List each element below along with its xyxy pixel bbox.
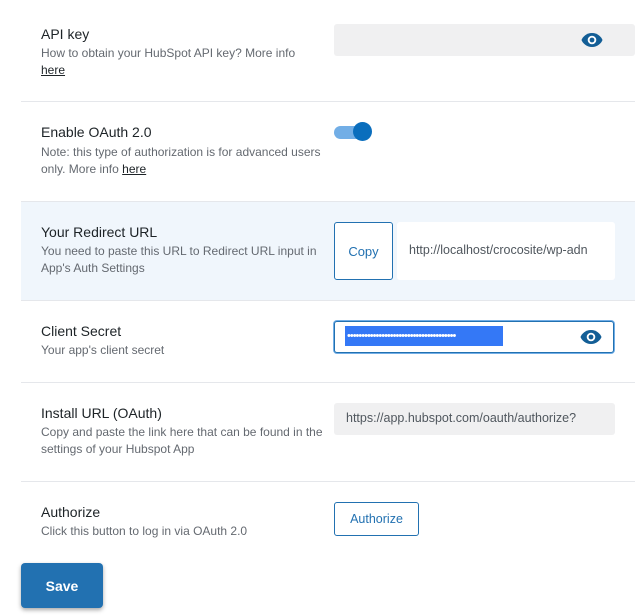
install-url-row: Install URL (OAuth) Copy and paste the l… (21, 383, 635, 482)
authorize-button[interactable]: Authorize (334, 502, 419, 536)
install-url-value: https://app.hubspot.com/oauth/authorize? (346, 411, 577, 425)
client-secret-description: Your app's client secret (41, 343, 165, 357)
api-key-label: API key (41, 26, 90, 42)
install-url-label: Install URL (OAuth) (41, 405, 162, 421)
redirect-url-description: You need to paste this URL to Redirect U… (41, 244, 317, 275)
redirect-url-label: Your Redirect URL (41, 224, 158, 240)
oauth-help-link[interactable]: here (122, 162, 146, 176)
toggle-knob (353, 122, 372, 141)
authorize-description: Click this button to log in via OAuth 2.… (41, 524, 248, 538)
authorize-row: Authorize Click this button to log in vi… (21, 482, 635, 556)
api-key-row: API key How to obtain your HubSpot API k… (21, 0, 635, 102)
client-secret-label: Client Secret (41, 323, 122, 339)
oauth-row: Enable OAuth 2.0 Note: this type of auth… (21, 102, 635, 202)
install-url-description: Copy and paste the link here that can be… (41, 425, 323, 456)
install-url-input[interactable]: https://app.hubspot.com/oauth/authorize? (334, 403, 615, 435)
oauth-description-text: Note: this type of authorization is for … (41, 145, 321, 176)
redirect-url-value: http://localhost/crocosite/wp-adn (409, 243, 588, 257)
client-secret-input[interactable]: •••••••••••••••••••••••••••••••••••••• (334, 321, 614, 353)
api-key-description-text: How to obtain your HubSpot API key? More… (41, 46, 296, 60)
api-key-input[interactable] (334, 24, 635, 56)
redirect-url-input[interactable]: http://localhost/crocosite/wp-adn (397, 222, 615, 280)
save-button[interactable]: Save (21, 563, 103, 608)
copy-button[interactable]: Copy (334, 222, 393, 280)
show-password-icon[interactable] (580, 28, 604, 52)
api-key-help-link[interactable]: here (41, 63, 65, 77)
authorize-label: Authorize (41, 504, 101, 520)
client-secret-value: •••••••••••••••••••••••••••••••••••••• (345, 326, 503, 346)
redirect-url-row: Your Redirect URL You need to paste this… (21, 202, 635, 301)
show-secret-icon[interactable] (579, 325, 603, 349)
oauth-description: Note: this type of authorization is for … (41, 144, 331, 178)
oauth-label: Enable OAuth 2.0 (41, 124, 152, 140)
client-secret-row: Client Secret Your app's client secret •… (21, 301, 635, 383)
oauth-toggle[interactable] (334, 122, 372, 141)
api-key-description: How to obtain your HubSpot API key? More… (41, 45, 331, 79)
